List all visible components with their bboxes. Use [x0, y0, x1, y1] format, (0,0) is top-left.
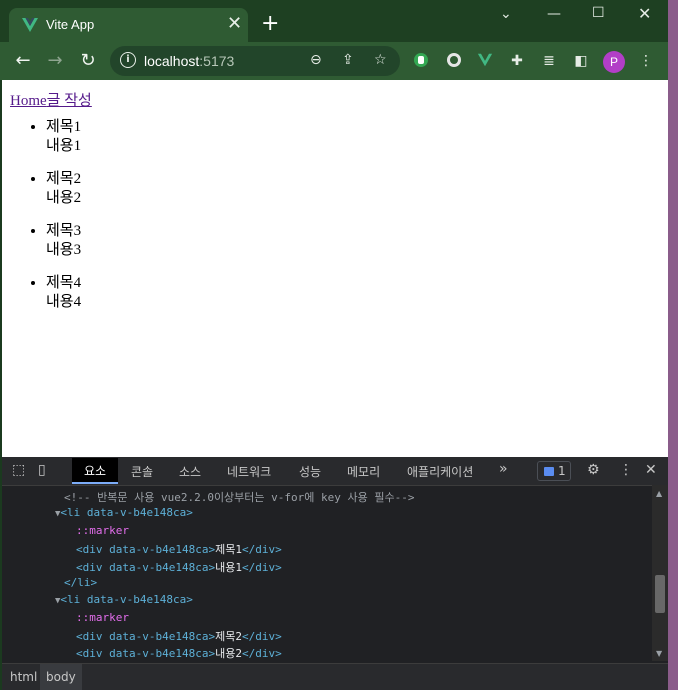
- tab-sources[interactable]: 소스: [179, 463, 201, 480]
- post-list: 제목1내용1 제목2내용2 제목3내용3 제목4내용4: [2, 118, 81, 326]
- scroll-down-icon[interactable]: ▼: [656, 649, 662, 658]
- tab-title: Vite App: [46, 17, 95, 32]
- url-text[interactable]: localhost:5173: [144, 53, 234, 69]
- back-arrow-icon[interactable]: ←: [13, 51, 33, 71]
- scroll-up-icon[interactable]: ▲: [656, 489, 662, 498]
- dom-node-close[interactable]: </li>: [64, 576, 97, 589]
- breadcrumb: html body: [2, 663, 668, 690]
- tab-performance[interactable]: 성능: [299, 463, 321, 480]
- extension-green-icon[interactable]: [412, 52, 430, 70]
- side-panel-icon[interactable]: ◧: [572, 52, 590, 70]
- settings-gear-icon[interactable]: ⚙: [587, 462, 600, 478]
- reload-icon[interactable]: ↻: [78, 51, 98, 71]
- forward-arrow-icon[interactable]: →: [45, 51, 65, 71]
- browser-toolbar: ← → ↻ i localhost:5173 ⊖ ⇪ ☆ ✚ ≣ ◧ P ⋮: [0, 42, 668, 80]
- list-item: 제목4내용4: [46, 274, 81, 312]
- tab-network[interactable]: 네트워크: [227, 463, 271, 480]
- elements-scrollbar[interactable]: ▲ ▼: [652, 485, 668, 661]
- new-tab-button[interactable]: +: [261, 13, 279, 35]
- bookmark-star-icon[interactable]: ☆: [374, 52, 387, 68]
- address-bar[interactable]: i localhost:5173 ⊖ ⇪ ☆: [110, 46, 400, 76]
- tab-search-icon[interactable]: ⌄: [500, 6, 512, 22]
- tab-console[interactable]: 콘솔: [131, 463, 153, 480]
- share-icon[interactable]: ⇪: [342, 52, 354, 68]
- post-content: 내용4: [46, 294, 82, 310]
- breadcrumb-html[interactable]: html: [4, 664, 43, 690]
- post-title: 제목3: [46, 223, 82, 239]
- browser-window: Vite App ✕ + ⌄ — ☐ ✕ ← → ↻ i localhost:5…: [0, 0, 668, 690]
- site-info-icon[interactable]: i: [120, 52, 136, 68]
- tab-close-icon[interactable]: ✕: [227, 14, 242, 34]
- maximize-icon[interactable]: ☐: [592, 5, 605, 21]
- list-item: 제목1내용1: [46, 118, 81, 156]
- dom-node[interactable]: ▼<li data-v-b4e148ca>: [55, 506, 193, 519]
- home-link[interactable]: Home: [10, 93, 47, 109]
- post-title: 제목2: [46, 171, 82, 187]
- breadcrumb-body[interactable]: body: [40, 664, 82, 690]
- elements-tree: <!-- 반복문 사용 vue2.2.0이상부터는 v-for에 key 사용 …: [2, 485, 652, 661]
- inspect-element-icon[interactable]: ⬚: [12, 462, 25, 478]
- code-comment[interactable]: <!-- 반복문 사용 vue2.2.0이상부터는 v-for에 key 사용 …: [64, 489, 414, 505]
- extension-circle-icon[interactable]: [445, 52, 463, 70]
- post-content: 내용3: [46, 242, 82, 258]
- dom-pseudo[interactable]: ::marker: [76, 524, 129, 537]
- post-content: 내용2: [46, 190, 82, 206]
- devtools-tab-bar: ⬚ ▯ 요소 콘솔 소스 네트워크 성능 메모리 애플리케이션 » 1 ⚙ ⋮ …: [2, 457, 668, 486]
- browser-tab[interactable]: Vite App ✕: [9, 8, 248, 42]
- dom-node[interactable]: <div data-v-b4e148ca>내용1</div>: [76, 559, 282, 575]
- device-toolbar-icon[interactable]: ▯: [38, 462, 46, 478]
- extensions-puzzle-icon[interactable]: ✚: [508, 52, 526, 70]
- list-item: 제목3내용3: [46, 222, 81, 260]
- menu-kebab-icon[interactable]: ⋮: [637, 52, 655, 70]
- tab-elements[interactable]: 요소: [72, 458, 119, 484]
- scroll-thumb[interactable]: [655, 575, 665, 613]
- tab-memory[interactable]: 메모리: [347, 463, 380, 480]
- zoom-icon[interactable]: ⊖: [310, 52, 322, 68]
- post-title: 제목1: [46, 119, 82, 135]
- dom-node[interactable]: <div data-v-b4e148ca>제목1</div>: [76, 541, 282, 557]
- profile-avatar[interactable]: P: [603, 51, 625, 73]
- issues-icon: [544, 467, 554, 476]
- minimize-icon[interactable]: —: [547, 6, 561, 22]
- dom-pseudo[interactable]: ::marker: [76, 611, 129, 624]
- title-bar: Vite App ✕ + ⌄ — ☐ ✕: [0, 0, 668, 42]
- post-content: 내용1: [46, 138, 82, 154]
- list-item: 제목2내용2: [46, 170, 81, 208]
- dom-node[interactable]: ▼<li data-v-b4e148ca>: [55, 593, 193, 606]
- page-content: Home글 작성 제목1내용1 제목2내용2 제목3내용3 제목4내용4: [2, 80, 668, 457]
- page-nav: Home글 작성: [10, 89, 92, 110]
- dom-node[interactable]: <div data-v-b4e148ca>내용2</div>: [76, 645, 282, 661]
- vue-devtools-icon[interactable]: [476, 52, 494, 70]
- media-playlist-icon[interactable]: ≣: [540, 52, 558, 70]
- devtools-menu-icon[interactable]: ⋮: [619, 462, 633, 478]
- more-tabs-icon[interactable]: »: [499, 461, 508, 477]
- window-close-icon[interactable]: ✕: [638, 4, 651, 23]
- devtools-panel: ⬚ ▯ 요소 콘솔 소스 네트워크 성능 메모리 애플리케이션 » 1 ⚙ ⋮ …: [2, 457, 668, 690]
- issues-badge[interactable]: 1: [537, 461, 571, 481]
- tab-application[interactable]: 애플리케이션: [407, 463, 473, 480]
- devtools-close-icon[interactable]: ✕: [645, 462, 657, 478]
- post-title: 제목4: [46, 275, 82, 291]
- vue-logo-icon: [22, 18, 38, 32]
- write-post-link[interactable]: 글 작성: [47, 93, 92, 109]
- dom-node[interactable]: <div data-v-b4e148ca>제목2</div>: [76, 628, 282, 644]
